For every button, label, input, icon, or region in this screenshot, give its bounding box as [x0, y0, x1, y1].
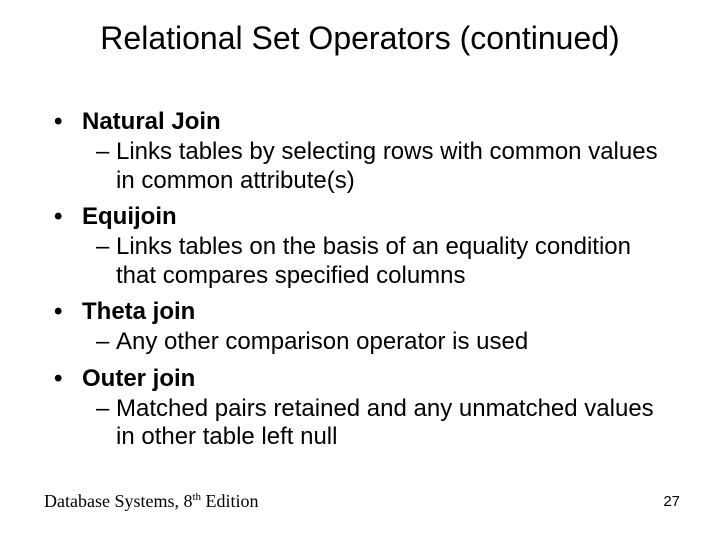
- bullet-label: Theta join: [82, 298, 195, 325]
- page-number: 27: [663, 493, 680, 510]
- footer-book-name: Database Systems, 8: [44, 491, 192, 511]
- subbullet-outer-join: –Matched pairs retained and any unmatche…: [96, 395, 674, 452]
- subbullet-text: Links tables by selecting rows with comm…: [116, 138, 658, 193]
- subbullet-theta-join: –Any other comparison operator is used: [96, 328, 674, 356]
- bullet-label: Natural Join: [82, 108, 221, 135]
- dash-icon: –: [96, 233, 116, 261]
- bullet-dot-icon: •: [54, 108, 82, 136]
- footer-edition: Edition: [201, 491, 259, 511]
- dash-icon: –: [96, 328, 116, 356]
- bullet-dot-icon: •: [54, 298, 82, 326]
- footer-ordinal: th: [192, 491, 201, 503]
- bullet-outer-join: •Outer join: [54, 365, 674, 393]
- bullet-dot-icon: •: [54, 365, 82, 393]
- bullet-equijoin: •Equijoin: [54, 203, 674, 231]
- subbullet-equijoin: –Links tables on the basis of an equalit…: [96, 233, 674, 290]
- slide-body: •Natural Join –Links tables by selecting…: [54, 100, 674, 453]
- dash-icon: –: [96, 395, 116, 423]
- bullet-dot-icon: •: [54, 203, 82, 231]
- dash-icon: –: [96, 138, 116, 166]
- bullet-label: Outer join: [82, 365, 195, 392]
- slide-title: Relational Set Operators (continued): [0, 20, 720, 57]
- bullet-theta-join: •Theta join: [54, 298, 674, 326]
- slide: Relational Set Operators (continued) •Na…: [0, 0, 720, 540]
- subbullet-text: Any other comparison operator is used: [116, 328, 528, 355]
- footer-book: Database Systems, 8th Edition: [44, 491, 259, 512]
- subbullet-text: Matched pairs retained and any unmatched…: [116, 395, 654, 450]
- subbullet-natural-join: –Links tables by selecting rows with com…: [96, 138, 674, 195]
- bullet-label: Equijoin: [82, 203, 177, 230]
- bullet-natural-join: •Natural Join: [54, 108, 674, 136]
- subbullet-text: Links tables on the basis of an equality…: [116, 233, 631, 288]
